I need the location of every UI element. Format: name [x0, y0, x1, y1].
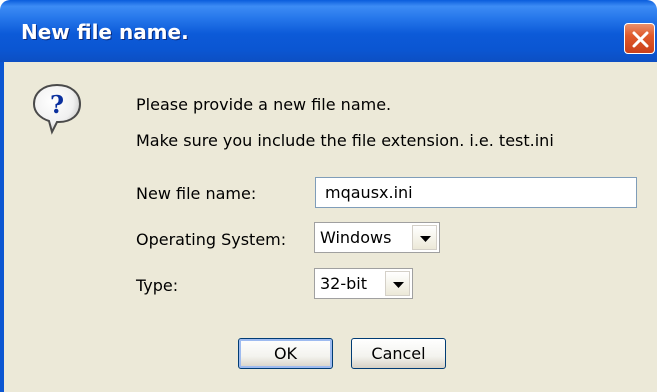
os-dropdown-button[interactable] [412, 225, 437, 250]
filename-input[interactable] [315, 177, 637, 208]
type-dropdown-button[interactable] [385, 271, 410, 296]
ok-button[interactable]: OK [238, 338, 333, 369]
svg-text:?: ? [50, 90, 64, 119]
chevron-down-icon [420, 236, 431, 242]
message-line-2: Make sure you include the file extension… [136, 131, 554, 150]
dialog-window: New file name. ? Please provide a new fi… [0, 0, 657, 392]
cancel-button[interactable]: Cancel [351, 338, 446, 369]
close-button[interactable] [624, 23, 655, 54]
question-icon: ? [32, 83, 82, 135]
os-select[interactable]: Windows [314, 222, 440, 253]
os-label: Operating System: [136, 230, 287, 249]
type-select[interactable]: 32-bit [314, 268, 413, 299]
chevron-down-icon [393, 282, 404, 288]
message-line-1: Please provide a new file name. [136, 95, 392, 114]
filename-label: New file name: [136, 184, 257, 203]
type-selected-value: 32-bit [320, 274, 368, 293]
os-selected-value: Windows [320, 228, 392, 247]
window-title: New file name. [21, 20, 189, 44]
title-bar[interactable]: New file name. [0, 0, 657, 62]
type-label: Type: [136, 276, 179, 295]
close-icon [632, 31, 649, 48]
